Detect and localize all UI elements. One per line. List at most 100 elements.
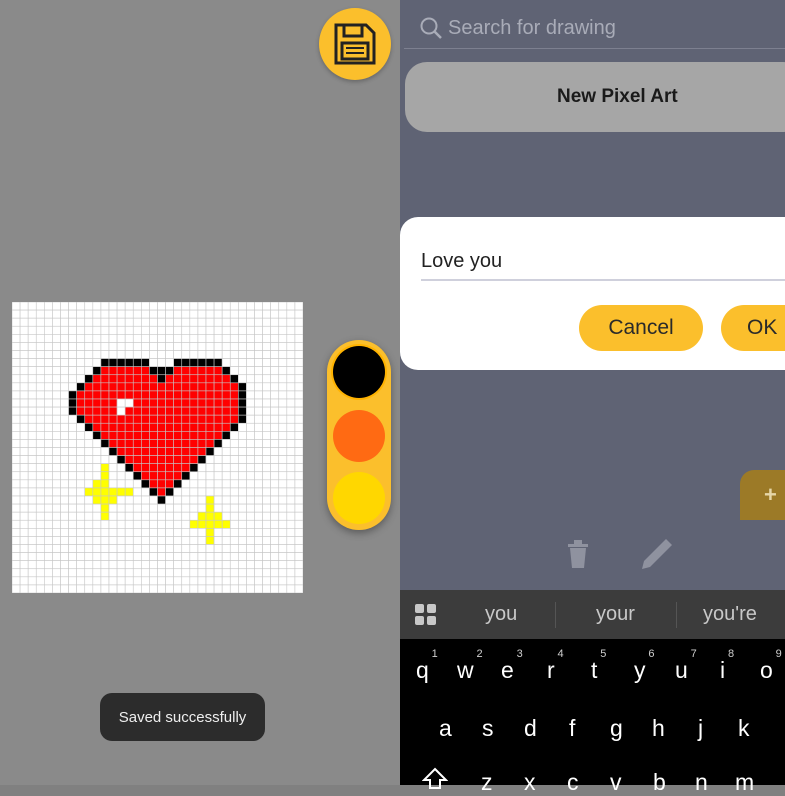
key-e[interactable]: e3 — [501, 648, 523, 684]
pixel-cell[interactable] — [149, 584, 158, 593]
pixel-cell[interactable] — [213, 463, 223, 473]
pixel-cell[interactable] — [254, 487, 263, 497]
pixel-cell[interactable] — [254, 366, 263, 376]
pixel-cell[interactable] — [165, 382, 174, 392]
pixel-cell[interactable] — [221, 374, 231, 384]
pixel-cell[interactable] — [100, 503, 110, 513]
pixel-cell[interactable] — [181, 568, 191, 578]
pixel-cell[interactable] — [165, 519, 174, 529]
pixel-cell[interactable] — [44, 503, 53, 513]
pixel-cell[interactable] — [141, 302, 150, 311]
pixel-cell[interactable] — [60, 568, 69, 578]
pixel-cell[interactable] — [19, 463, 29, 473]
pixel-cell[interactable] — [92, 325, 102, 335]
pixel-cell[interactable] — [157, 528, 166, 537]
pixel-cell[interactable] — [124, 325, 134, 335]
pixel-cell[interactable] — [149, 552, 158, 561]
pixel-cell[interactable] — [108, 552, 118, 561]
pixel-cell[interactable] — [76, 503, 86, 513]
pixel-cell[interactable] — [92, 463, 102, 473]
pixel-cell[interactable] — [270, 302, 280, 311]
pixel-cell[interactable] — [108, 519, 118, 529]
pixel-cell[interactable] — [197, 309, 207, 319]
pixel-cell[interactable] — [92, 309, 102, 319]
pixel-cell[interactable] — [262, 350, 271, 359]
pixel-cell[interactable] — [213, 398, 223, 408]
pixel-cell[interactable] — [35, 536, 45, 545]
pixel-cell[interactable] — [35, 398, 45, 408]
pixel-cell[interactable] — [173, 390, 183, 400]
pixel-cell[interactable] — [205, 342, 215, 351]
pixel-cell[interactable] — [165, 406, 174, 416]
pixel-cell[interactable] — [278, 422, 288, 432]
pixel-cell[interactable] — [141, 439, 150, 448]
pixel-cell[interactable] — [278, 390, 288, 400]
pixel-cell[interactable] — [157, 519, 166, 529]
pixel-cell[interactable] — [52, 471, 61, 481]
pixel-cell[interactable] — [116, 390, 126, 400]
pixel-cell[interactable] — [254, 471, 263, 481]
pixel-cell[interactable] — [12, 487, 21, 497]
pixel-cell[interactable] — [100, 511, 110, 521]
pixel-cell[interactable] — [27, 544, 37, 553]
pixel-cell[interactable] — [100, 455, 110, 464]
pixel-cell[interactable] — [27, 528, 37, 537]
pixel-cell[interactable] — [213, 544, 223, 553]
pixel-cell[interactable] — [132, 398, 142, 408]
pixel-cell[interactable] — [100, 382, 110, 392]
pixel-cell[interactable] — [165, 325, 174, 335]
pixel-cell[interactable] — [165, 463, 174, 473]
pixel-cell[interactable] — [270, 471, 280, 481]
pixel-cell[interactable] — [92, 358, 102, 367]
pixel-cell[interactable] — [238, 560, 247, 570]
pixel-cell[interactable] — [254, 439, 263, 448]
pixel-cell[interactable] — [35, 325, 45, 335]
pixel-cell[interactable] — [254, 374, 263, 384]
pixel-cell[interactable] — [124, 455, 134, 464]
pixel-cell[interactable] — [84, 455, 94, 464]
pixel-cell[interactable] — [132, 382, 142, 392]
pixel-cell[interactable] — [238, 309, 247, 319]
pixel-cell[interactable] — [286, 528, 296, 537]
pixel-cell[interactable] — [19, 422, 29, 432]
pixel-cell[interactable] — [19, 479, 29, 489]
pixel-cell[interactable] — [270, 366, 280, 376]
pixel-cell[interactable] — [52, 431, 61, 440]
pixel-cell[interactable] — [149, 358, 158, 367]
pixel-cell[interactable] — [124, 350, 134, 359]
pixel-cell[interactable] — [27, 342, 37, 351]
pixel-cell[interactable] — [262, 422, 271, 432]
pixel-cell[interactable] — [221, 495, 231, 505]
pixel-cell[interactable] — [76, 309, 86, 319]
pixel-cell[interactable] — [238, 447, 247, 456]
pixel-cell[interactable] — [270, 406, 280, 416]
pixel-cell[interactable] — [221, 455, 231, 464]
pixel-cell[interactable] — [44, 342, 53, 351]
pixel-cell[interactable] — [278, 302, 288, 311]
pixel-cell[interactable] — [108, 479, 118, 489]
pixel-cell[interactable] — [68, 544, 77, 553]
pixel-cell[interactable] — [173, 382, 183, 392]
key-b[interactable]: b — [653, 769, 666, 796]
pixel-cell[interactable] — [60, 528, 69, 537]
pixel-cell[interactable] — [76, 439, 86, 448]
pixel-cell[interactable] — [100, 576, 110, 586]
pixel-cell[interactable] — [19, 584, 29, 593]
pixel-cell[interactable] — [44, 463, 53, 473]
pixel-cell[interactable] — [141, 544, 150, 553]
pixel-cell[interactable] — [68, 511, 77, 521]
pixel-cell[interactable] — [173, 495, 183, 505]
key-a[interactable]: a — [439, 715, 452, 742]
pixel-cell[interactable] — [124, 406, 134, 416]
pixel-cell[interactable] — [254, 544, 263, 553]
pixel-cell[interactable] — [238, 544, 247, 553]
pixel-cell[interactable] — [100, 584, 110, 593]
pixel-cell[interactable] — [92, 431, 102, 440]
pixel-cell[interactable] — [157, 568, 166, 578]
pixel-cell[interactable] — [157, 495, 166, 505]
pixel-cell[interactable] — [165, 366, 174, 376]
pixel-cell[interactable] — [52, 382, 61, 392]
pixel-cell[interactable] — [124, 334, 134, 343]
drawing-name-input[interactable]: Love you — [421, 249, 785, 281]
pixel-cell[interactable] — [149, 511, 158, 521]
